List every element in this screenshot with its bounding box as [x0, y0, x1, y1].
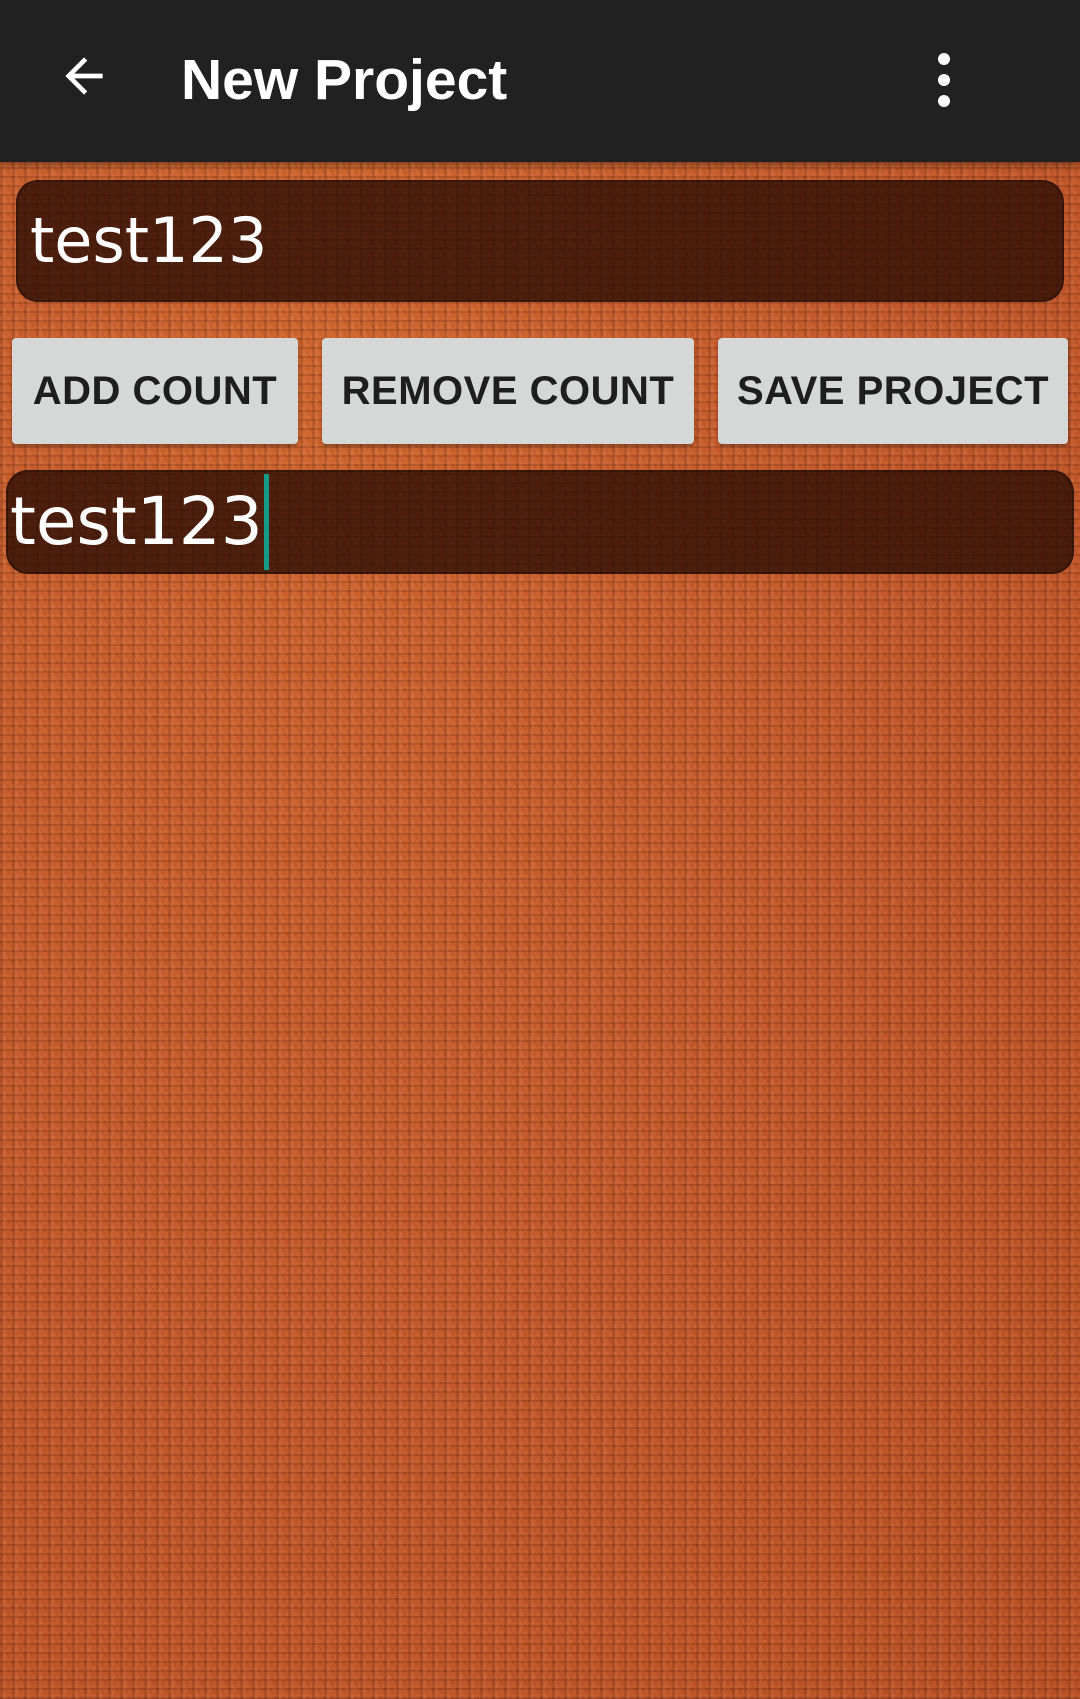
back-button[interactable]: [44, 36, 124, 116]
project-name-display: test123: [16, 180, 1064, 302]
project-name-text: test123: [30, 204, 268, 277]
count-input-text: test123: [10, 483, 263, 560]
count-input[interactable]: test123: [6, 470, 1074, 574]
overflow-menu-button[interactable]: [918, 40, 970, 120]
text-cursor: [263, 474, 269, 570]
save-project-button[interactable]: SAVE PROJECT: [718, 338, 1068, 444]
page-title: New Project: [181, 48, 508, 112]
add-count-button[interactable]: ADD COUNT: [12, 338, 298, 444]
action-button-row: ADD COUNT REMOVE COUNT SAVE PROJECT: [0, 338, 1080, 446]
app-bar: New Project: [0, 0, 1080, 162]
remove-count-button[interactable]: REMOVE COUNT: [322, 338, 694, 444]
more-vertical-icon: [938, 53, 950, 107]
arrow-left-icon: [65, 57, 103, 95]
